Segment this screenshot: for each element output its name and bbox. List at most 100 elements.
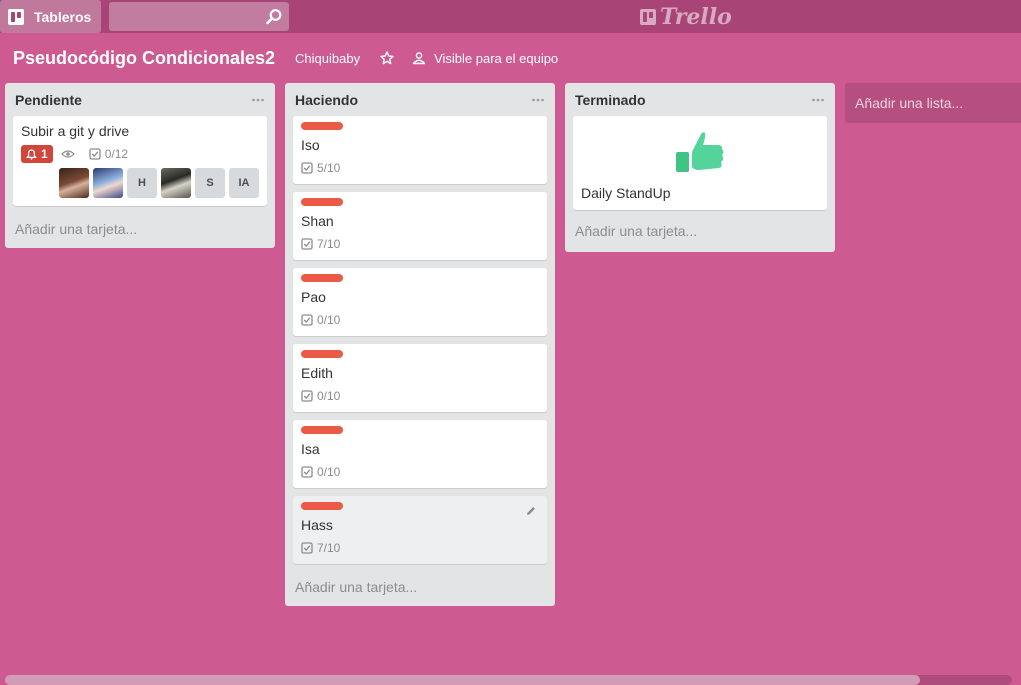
- edit-pencil-icon[interactable]: [525, 505, 537, 517]
- checklist-badge: 0/10: [301, 313, 340, 327]
- member-avatar[interactable]: [93, 168, 123, 198]
- board-title[interactable]: Pseudocódigo Condicionales2: [13, 48, 275, 69]
- card-label-red: [301, 198, 343, 206]
- checklist-count: 5/10: [317, 161, 341, 175]
- card-hass[interactable]: Hass 7/10: [293, 496, 547, 564]
- add-card-button[interactable]: Añadir una tarjeta...: [5, 214, 275, 248]
- checklist-count: 7/10: [317, 237, 341, 251]
- checklist-badge: 7/10: [301, 237, 340, 251]
- card-title: Isa: [301, 441, 320, 457]
- card-badges: 0/10: [301, 386, 539, 406]
- eye-icon: [60, 150, 75, 158]
- add-card-button[interactable]: Añadir una tarjeta...: [565, 218, 835, 252]
- boards-button[interactable]: Tableros: [0, 0, 101, 33]
- checklist-count: 0/10: [317, 313, 341, 327]
- checklist-icon: [301, 390, 313, 402]
- add-card-button[interactable]: Añadir una tarjeta...: [285, 572, 555, 606]
- card-daily-standup[interactable]: Daily StandUp: [573, 116, 827, 210]
- list-title[interactable]: Pendiente: [15, 92, 82, 108]
- search-icon[interactable]: [265, 8, 283, 26]
- more-options-icon[interactable]: [531, 93, 545, 107]
- card-isa[interactable]: Isa 0/10: [293, 420, 547, 488]
- boards-label: Tableros: [34, 8, 92, 25]
- checklist-icon: [301, 314, 313, 326]
- checklist-count: 0/10: [317, 465, 341, 479]
- checklist-badge: 0/12: [89, 147, 128, 161]
- card-badges: 0/10: [301, 310, 539, 330]
- checklist-icon: [89, 148, 101, 160]
- card-subir-a-git[interactable]: Subir a git y drive 1 0/12 H S IA: [13, 116, 267, 206]
- checklist-icon: [301, 466, 313, 478]
- bell-icon: [26, 148, 37, 160]
- trello-logo-icon: [640, 9, 656, 25]
- notification-count: 1: [41, 147, 48, 161]
- list-header: Terminado: [565, 83, 835, 116]
- list-title[interactable]: Haciendo: [295, 92, 358, 108]
- card-title: Subir a git y drive: [21, 123, 130, 139]
- card-badges: 7/10: [301, 234, 539, 254]
- scrollbar-thumb[interactable]: [5, 675, 920, 685]
- card-title: Pao: [301, 289, 326, 305]
- search-input[interactable]: [109, 2, 289, 31]
- list-header: Haciendo: [285, 83, 555, 116]
- list-header: Pendiente: [5, 83, 275, 116]
- checklist-count: 0/10: [317, 389, 341, 403]
- card-title: Shan: [301, 213, 334, 229]
- member-initials[interactable]: H: [127, 168, 157, 198]
- star-icon[interactable]: [380, 51, 394, 65]
- member-initials[interactable]: IA: [229, 168, 259, 198]
- card-members: H S IA: [21, 168, 259, 198]
- notification-badge: 1: [21, 145, 53, 163]
- more-options-icon[interactable]: [251, 93, 265, 107]
- card-badges: 0/10: [301, 462, 539, 482]
- checklist-icon: [301, 542, 313, 554]
- card-label-red: [301, 502, 343, 510]
- checklist-icon: [301, 162, 313, 174]
- card-label-red: [301, 122, 343, 130]
- boards-icon: [8, 8, 24, 25]
- visibility-label: Visible para el equipo: [434, 50, 559, 66]
- checklist-badge: 0/10: [301, 465, 340, 479]
- card-edith[interactable]: Edith 0/10: [293, 344, 547, 412]
- card-label-red: [301, 350, 343, 358]
- member-avatar[interactable]: [161, 168, 191, 198]
- card-shan[interactable]: Shan 7/10: [293, 192, 547, 260]
- add-list-button[interactable]: Añadir una lista...: [845, 83, 1021, 123]
- thumbs-up-icon: [673, 128, 727, 175]
- card-badges: 5/10: [301, 158, 539, 178]
- card-badges: 7/10: [301, 538, 539, 558]
- card-label-red: [301, 426, 343, 434]
- team-name[interactable]: Chiquibaby: [295, 51, 360, 66]
- checklist-count: 0/12: [104, 147, 129, 161]
- card-cover: [581, 122, 819, 184]
- card-iso[interactable]: Iso 5/10: [293, 116, 547, 184]
- checklist-badge: 0/10: [301, 389, 340, 403]
- top-header: Tableros Trello: [0, 0, 1021, 33]
- watching-badge: [60, 149, 79, 159]
- member-avatar[interactable]: [59, 168, 89, 198]
- team-icon: [412, 52, 426, 65]
- list-haciendo: Haciendo Iso 5/10 Shan 7/10 Pao 0/10 Edith 0/10…: [285, 83, 555, 606]
- board-header: Pseudocódigo Condicionales2 Chiquibaby V…: [0, 33, 1021, 83]
- list-terminado: Terminado Daily StandUp Añadir una tarje…: [565, 83, 835, 252]
- visibility-button[interactable]: Visible para el equipo: [412, 51, 558, 66]
- list-title[interactable]: Terminado: [575, 92, 646, 108]
- checklist-badge: 5/10: [301, 161, 340, 175]
- list-pendiente: Pendiente Subir a git y drive 1 0/12 H S…: [5, 83, 275, 248]
- card-title: Daily StandUp: [581, 185, 671, 201]
- card-title: Iso: [301, 137, 320, 153]
- search-box[interactable]: [109, 2, 289, 31]
- checklist-badge: 7/10: [301, 541, 340, 555]
- logo-text: Trello: [660, 4, 732, 30]
- card-badges: 1 0/12: [21, 144, 259, 164]
- member-initials[interactable]: S: [195, 168, 225, 198]
- more-options-icon[interactable]: [811, 93, 825, 107]
- card-title: Edith: [301, 365, 333, 381]
- checklist-count: 7/10: [317, 541, 341, 555]
- card-label-red: [301, 274, 343, 282]
- card-title: Hass: [301, 517, 333, 533]
- horizontal-scrollbar[interactable]: [5, 675, 1012, 685]
- trello-logo[interactable]: Trello: [640, 4, 732, 30]
- checklist-icon: [301, 238, 313, 250]
- card-pao[interactable]: Pao 0/10: [293, 268, 547, 336]
